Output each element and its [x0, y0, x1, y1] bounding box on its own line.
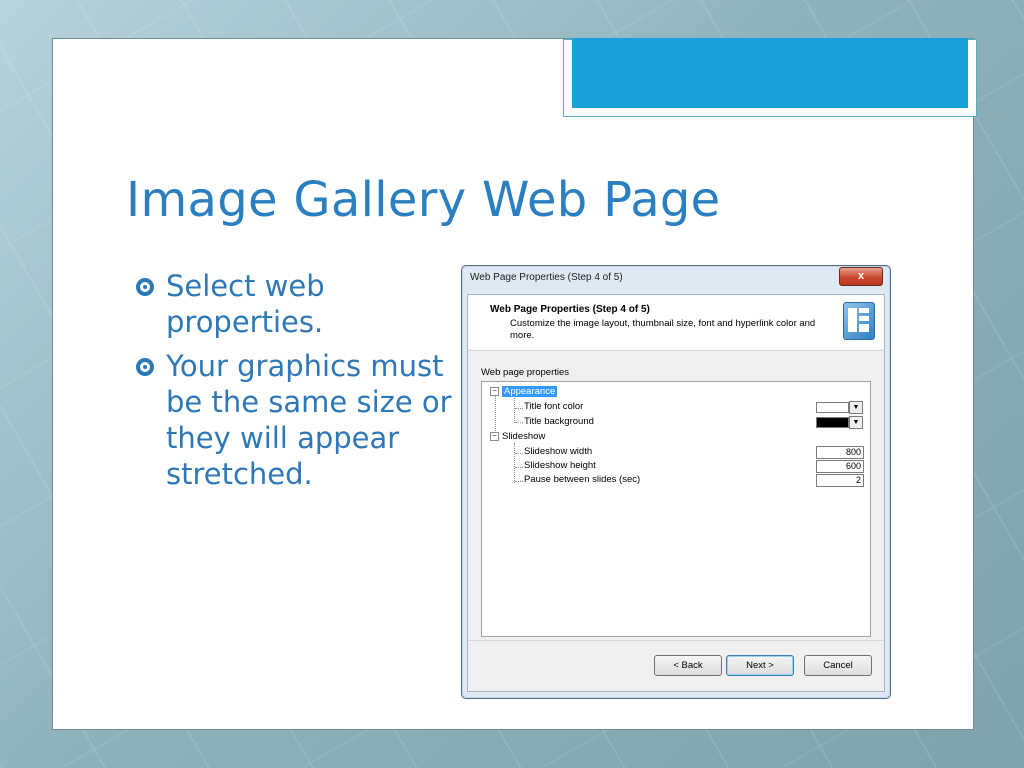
tree-node-slideshow[interactable]: − Slideshow: [490, 430, 545, 444]
title-font-color-swatch[interactable]: [816, 402, 849, 413]
dialog-titlebar[interactable]: Web Page Properties (Step 4 of 5) x: [462, 266, 890, 288]
tree-node-title-background[interactable]: Title background: [524, 415, 594, 429]
bullet-text: Your graphics must be the same size or t…: [166, 349, 452, 491]
slideshow-height-input[interactable]: 600: [816, 460, 864, 473]
wizard-header-description: Customize the image layout, thumbnail si…: [510, 318, 816, 341]
dialog-window-title: Web Page Properties (Step 4 of 5): [470, 272, 623, 283]
section-label: Web page properties: [481, 367, 570, 378]
bullet-item: Select web properties.: [134, 268, 454, 340]
chevron-down-icon[interactable]: ▼: [849, 401, 863, 414]
tree-node-label: Title background: [524, 416, 594, 427]
bullet-list: Select web properties. Your graphics mus…: [134, 268, 454, 500]
back-button[interactable]: < Back: [654, 655, 722, 676]
tree-node-appearance[interactable]: − Appearance: [490, 385, 558, 399]
bullet-text: Select web properties.: [166, 269, 325, 339]
wizard-header-title: Web Page Properties (Step 4 of 5): [490, 304, 650, 315]
web-page-icon: [843, 302, 875, 340]
next-button[interactable]: Next >: [726, 655, 794, 676]
chevron-down-icon[interactable]: ▼: [849, 416, 863, 429]
slide-title: Image Gallery Web Page: [126, 172, 721, 228]
properties-tree: − Appearance Title font color ▼ Title bac…: [481, 381, 871, 637]
bullet-icon: [136, 278, 154, 296]
close-icon: x: [857, 270, 865, 282]
tree-node-label: Slideshow height: [524, 460, 596, 471]
title-background-swatch[interactable]: [816, 417, 849, 428]
tree-node-label: Slideshow: [502, 431, 546, 442]
tree-node-pause[interactable]: Pause between slides (sec): [524, 473, 640, 487]
bullet-item: Your graphics must be the same size or t…: [134, 348, 454, 492]
tree-node-slideshow-height[interactable]: Slideshow height: [524, 459, 596, 473]
bullet-icon: [136, 358, 154, 376]
web-page-properties-dialog: Web Page Properties (Step 4 of 5) x Web …: [461, 265, 891, 699]
tree-node-label: Appearance: [502, 386, 558, 397]
pause-between-slides-input[interactable]: 2: [816, 474, 864, 487]
tree-node-label: Slideshow width: [524, 446, 593, 457]
wizard-footer: < Back Next > Cancel: [468, 640, 884, 691]
tree-node-label: Pause between slides (sec): [524, 474, 641, 485]
cancel-button[interactable]: Cancel: [804, 655, 872, 676]
dialog-content: Web Page Properties (Step 4 of 5) Custom…: [467, 294, 885, 692]
close-button[interactable]: x: [839, 267, 883, 286]
collapse-icon[interactable]: −: [490, 386, 499, 396]
tree-node-title-font-color[interactable]: Title font color: [524, 400, 583, 414]
tree-node-label: Title font color: [524, 401, 584, 412]
wizard-body: Web page properties − Appearance Title fo…: [468, 351, 884, 641]
slideshow-width-input[interactable]: 800: [816, 446, 864, 459]
tree-node-slideshow-width[interactable]: Slideshow width: [524, 445, 592, 459]
wizard-header: Web Page Properties (Step 4 of 5) Custom…: [468, 295, 884, 351]
collapse-icon[interactable]: −: [490, 431, 499, 441]
accent-bar: [563, 38, 977, 117]
